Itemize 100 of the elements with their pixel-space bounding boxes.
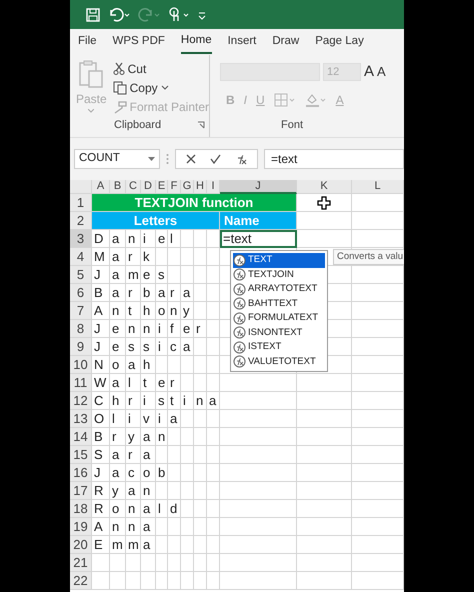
autocomplete-item[interactable]: VALUETOTEXT: [233, 354, 325, 369]
row-header[interactable]: 22: [70, 572, 92, 590]
column-header[interactable]: L: [352, 180, 404, 194]
table-cell: l: [126, 374, 141, 392]
table-cell: l: [110, 410, 126, 428]
touch-mode-icon[interactable]: [168, 6, 190, 22]
table-cell: s: [156, 392, 168, 410]
table-cell: o: [110, 356, 126, 374]
table-cell: [352, 410, 404, 428]
row-header[interactable]: 8: [70, 320, 92, 338]
table-cell: E: [92, 536, 110, 554]
autocomplete-item[interactable]: ISTEXT: [233, 340, 325, 354]
table-cell: e: [181, 320, 194, 338]
customize-caret-icon[interactable]: [198, 10, 206, 20]
insert-function-icon[interactable]: [235, 154, 247, 164]
table-cell: [92, 554, 110, 572]
column-header[interactable]: B: [110, 180, 126, 194]
table-cell: [207, 500, 220, 518]
table-cell: a: [110, 248, 126, 266]
table-cell: [297, 536, 352, 554]
row-header[interactable]: 21: [70, 554, 92, 572]
grow-font-button[interactable]: A: [364, 62, 374, 82]
enter-check-icon[interactable]: [210, 154, 221, 164]
save-icon[interactable]: [86, 8, 100, 22]
autocomplete-item[interactable]: TEXT: [233, 253, 325, 268]
ribbon-tab[interactable]: Draw: [272, 31, 300, 53]
table-cell: i: [181, 392, 194, 410]
ribbon-tab[interactable]: WPS PDF: [112, 31, 165, 53]
row-header[interactable]: 10: [70, 356, 92, 374]
ribbon-button[interactable]: Cut: [112, 59, 209, 78]
caret-icon: [160, 85, 169, 90]
row-header[interactable]: 17: [70, 482, 92, 500]
column-header[interactable]: I: [207, 180, 220, 194]
table-cell: [194, 230, 207, 248]
table-cell: k: [141, 248, 156, 266]
shrink-font-button[interactable]: A: [377, 62, 386, 82]
row-header[interactable]: 11: [70, 374, 92, 392]
ribbon-button[interactable]: Copy: [112, 78, 209, 98]
table-cell: s: [126, 338, 141, 356]
row-header[interactable]: 19: [70, 518, 92, 536]
autocomplete-item[interactable]: ARRAYTOTEXT: [233, 282, 325, 296]
row-header[interactable]: 20: [70, 536, 92, 554]
row-header[interactable]: 5: [70, 266, 92, 284]
column-header[interactable]: A: [92, 180, 110, 194]
ribbon-tab[interactable]: File: [78, 31, 97, 53]
row-header[interactable]: 4: [70, 248, 92, 266]
table-cell: [168, 554, 181, 572]
table-cell: [297, 554, 352, 572]
column-header[interactable]: J: [220, 180, 297, 194]
column-header[interactable]: G: [181, 180, 194, 194]
table-cell: [181, 266, 194, 284]
fill-color-icon[interactable]: [304, 92, 327, 108]
row-header[interactable]: 12: [70, 392, 92, 410]
table-cell: t: [126, 302, 141, 320]
row-header[interactable]: 1: [70, 194, 92, 212]
column-header[interactable]: D: [141, 180, 156, 194]
column-header[interactable]: H: [194, 180, 207, 194]
table-cell: [110, 572, 126, 590]
table-cell: t: [168, 392, 181, 410]
table-cell: [352, 536, 404, 554]
table-cell: b: [156, 464, 168, 482]
row-header[interactable]: 2: [70, 212, 92, 230]
editing-cell[interactable]: =text: [220, 230, 297, 248]
name-box[interactable]: COUNT: [74, 149, 160, 169]
ribbon-tab[interactable]: Page Lay: [315, 31, 364, 53]
table-cell: B: [92, 428, 110, 446]
row-header[interactable]: 15: [70, 446, 92, 464]
table-cell: [181, 428, 194, 446]
cancel-icon[interactable]: [186, 154, 196, 164]
table-cell: [352, 464, 404, 482]
column-header[interactable]: E: [156, 180, 168, 194]
formula-field[interactable]: =text: [264, 149, 404, 169]
table-cell: A: [92, 518, 110, 536]
undo-icon[interactable]: [108, 8, 130, 22]
table-cell: n: [194, 392, 207, 410]
autocomplete-item[interactable]: ISNONTEXT: [233, 326, 325, 340]
table-cell: [352, 338, 404, 356]
column-header[interactable]: F: [168, 180, 181, 194]
autocomplete-item[interactable]: FORMULATEXT: [233, 311, 325, 326]
row-header[interactable]: 18: [70, 500, 92, 518]
table-cell: n: [126, 518, 141, 536]
row-header[interactable]: 9: [70, 338, 92, 356]
row-header[interactable]: 16: [70, 464, 92, 482]
column-header[interactable]: K: [297, 180, 352, 194]
row-header[interactable]: 3: [70, 230, 92, 248]
table-cell: a: [141, 428, 156, 446]
ribbon-tab[interactable]: Insert: [228, 31, 256, 53]
row-header[interactable]: 7: [70, 302, 92, 320]
row-header[interactable]: 6: [70, 284, 92, 302]
table-cell: h: [141, 302, 156, 320]
table-cell: [181, 248, 194, 266]
autocomplete-item[interactable]: BAHTTEXT: [233, 296, 325, 311]
row-header[interactable]: 14: [70, 428, 92, 446]
column-header[interactable]: C: [126, 180, 141, 194]
dialog-launcher-icon[interactable]: [197, 121, 205, 130]
autocomplete-item[interactable]: TEXTJOIN: [233, 268, 325, 282]
row-header[interactable]: 13: [70, 410, 92, 428]
table-cell: e: [110, 338, 126, 356]
table-cell: [168, 572, 181, 590]
table-cell: [126, 572, 141, 590]
